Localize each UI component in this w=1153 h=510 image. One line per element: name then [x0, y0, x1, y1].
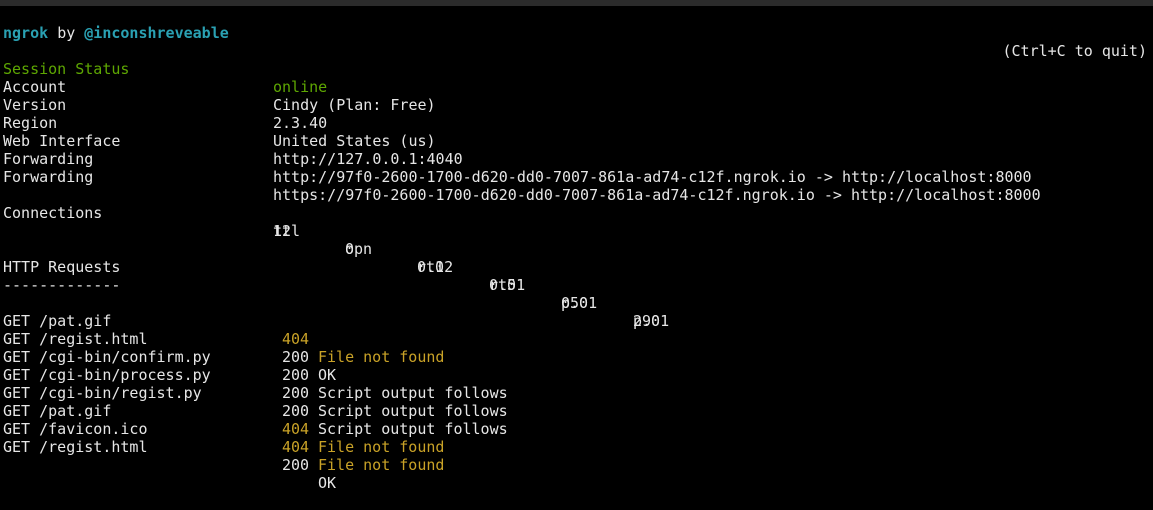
session-row-forwarding-http: Forwarding http://97f0-2600-1700-d620-dd… [3, 132, 1032, 186]
response-status: File not found [318, 438, 445, 456]
session-row-version: Version 2.3.40 [3, 78, 327, 132]
request-row: GET /pat.gif 404 File not found [3, 294, 1150, 366]
conn-value: 0.02 [417, 258, 454, 276]
session-value: Cindy (Plan: Free) [273, 96, 436, 114]
http-requests-title-line: HTTP Requests [3, 240, 120, 276]
by-text: by [57, 24, 76, 42]
conn-value: 0.01 [489, 276, 526, 294]
connections-values-row: 12 0 0.02 0.01 0.01 2.01 [3, 204, 1150, 330]
web-interface-url[interactable]: http://127.0.0.1:4040 [273, 150, 463, 168]
request-row: GET /cgi-bin/process.py 200 Script outpu… [3, 348, 1150, 420]
response-code: 200 [282, 456, 310, 474]
app-name: ngrok [3, 24, 49, 42]
response-status: OK [318, 474, 337, 492]
session-row-status: Session Status online [3, 42, 327, 96]
session-row-account: Account Cindy (Plan: Free) [3, 60, 436, 114]
header-line: ngrok by @inconshreveable (Ctrl+C to qui… [3, 6, 1150, 60]
session-value: online [273, 78, 328, 96]
session-row-forwarding-https: Forwarding https://97f0-2600-1700-d620-d… [3, 150, 1041, 204]
request-row: GET /pat.gif 404 File not found [3, 384, 1150, 456]
response-status: File not found [318, 456, 445, 474]
connections-header-row: Connections ttl opn rt1 rt5 p50 p90 [3, 186, 1150, 330]
response-code: 404 [282, 438, 310, 456]
session-value: 2.3.40 [273, 114, 328, 132]
conn-value: 12 [273, 222, 292, 240]
request-row: GET /cgi-bin/confirm.py 200 Script outpu… [3, 330, 1150, 402]
session-value: United States (us) [273, 132, 436, 150]
request-row: GET /regist.html 200 OK [3, 312, 1150, 384]
quit-hint: (Ctrl+C to quit) [1002, 42, 1148, 60]
request-row: GET /cgi-bin/regist.py 200 Script output… [3, 366, 1150, 438]
header-left: ngrok by @inconshreveable [3, 24, 229, 42]
http-requests-separator-line: ------------- [3, 258, 120, 294]
author-handle: @inconshreveable [84, 24, 229, 42]
separator: ------------- [3, 276, 121, 294]
session-row-web-interface: Web Interface http://127.0.0.1:4040 [3, 114, 463, 168]
request-path: GET /regist.html [3, 438, 148, 456]
forwarding-url[interactable]: http://97f0-2600-1700-d620-dd0-7007-861a… [273, 168, 1032, 186]
request-row: GET /regist.html 200 OK [3, 420, 1150, 492]
session-row-region: Region United States (us) [3, 96, 436, 150]
conn-value: 0 [345, 240, 355, 258]
request-row: GET /favicon.ico 404 File not found [3, 402, 1150, 474]
session-label: Forwarding [3, 168, 94, 186]
